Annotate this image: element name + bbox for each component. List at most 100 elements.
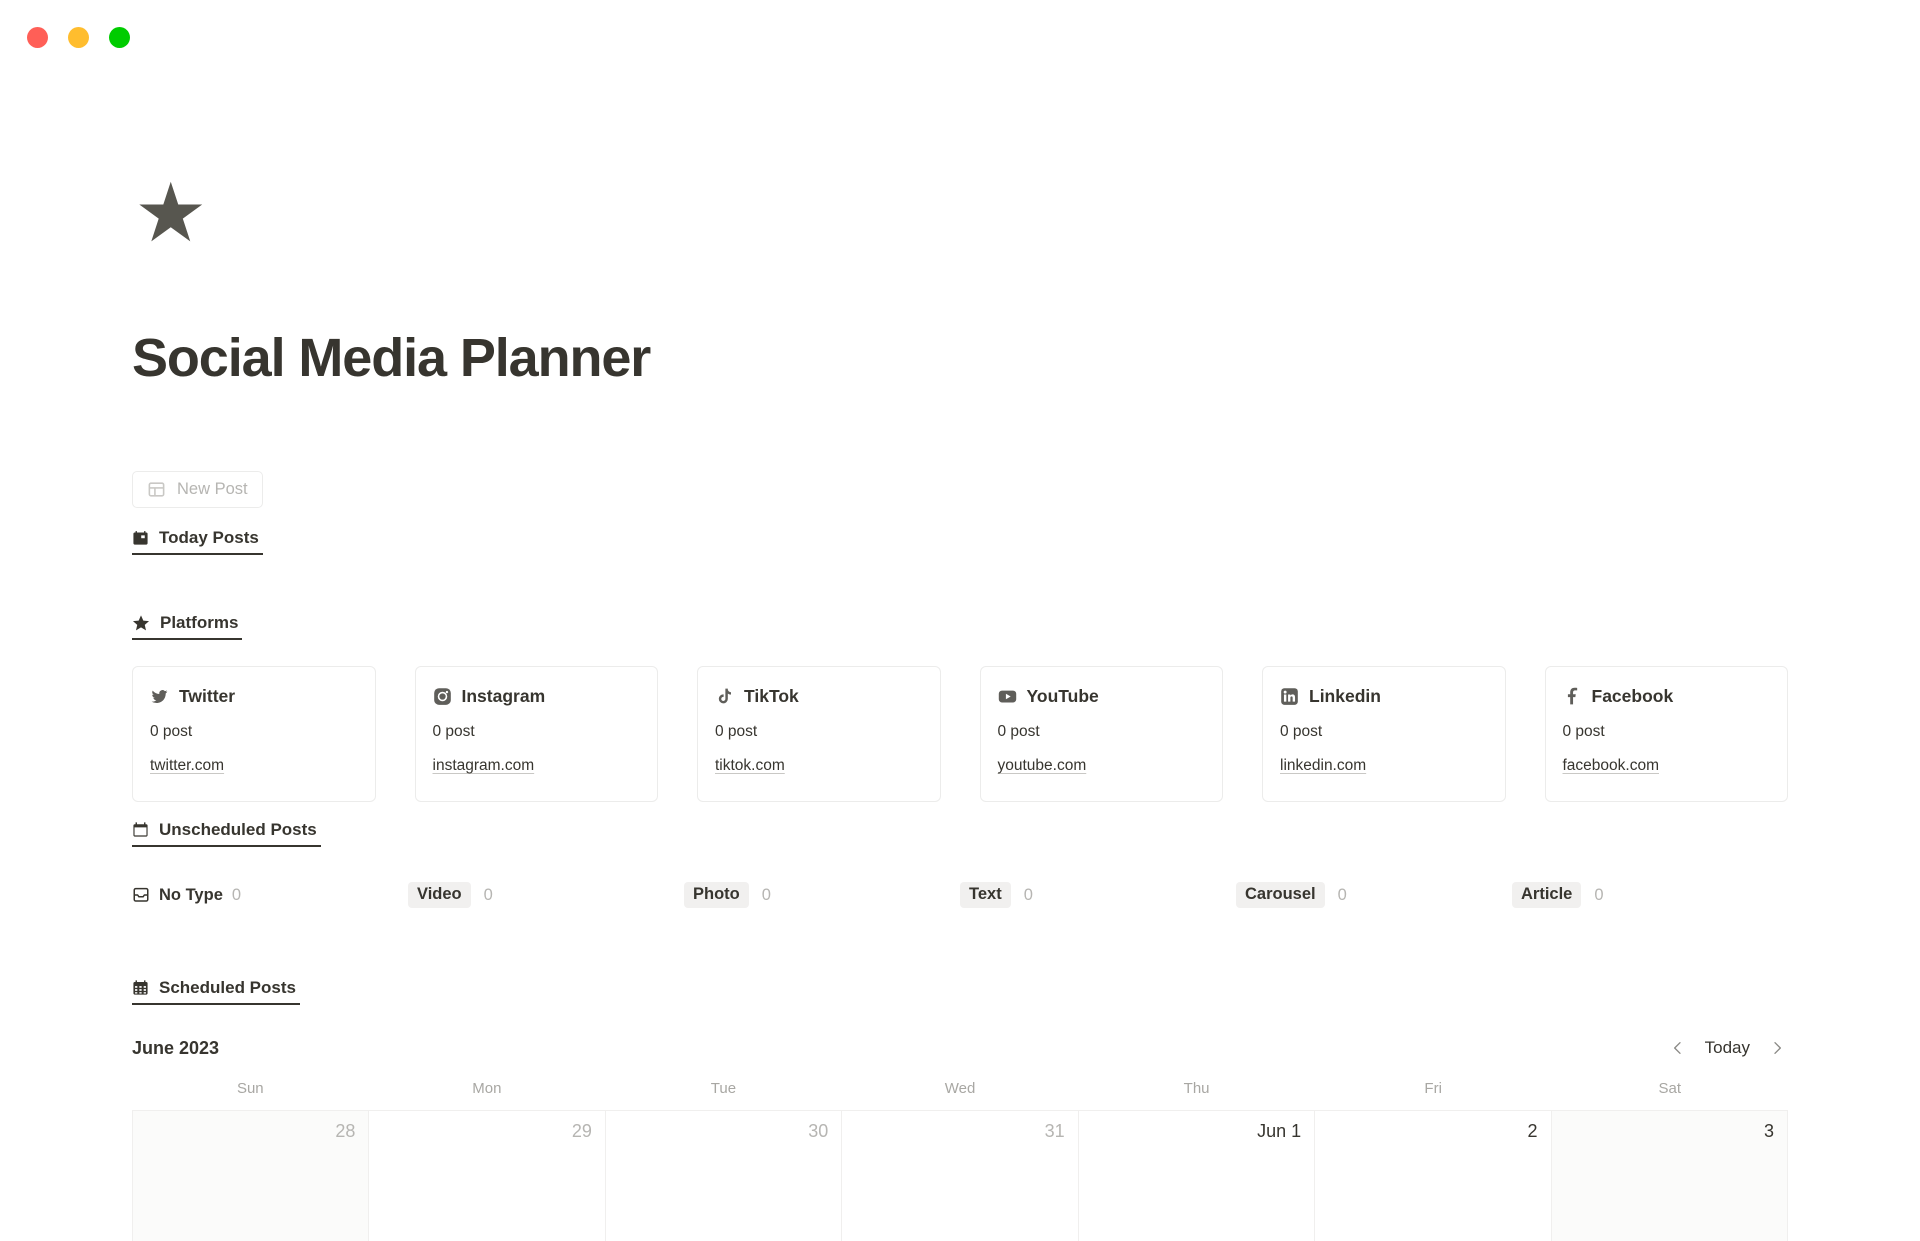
calendar-icon bbox=[132, 821, 149, 838]
post-type-photo[interactable]: Photo 0 bbox=[684, 882, 960, 908]
post-type-article[interactable]: Article 0 bbox=[1512, 882, 1788, 908]
post-type-count: 0 bbox=[483, 885, 493, 904]
maximize-window-button[interactable] bbox=[109, 27, 130, 48]
calendar-day-number: Jun 1 bbox=[1257, 1121, 1302, 1141]
platform-post-count: 0 post bbox=[715, 723, 758, 740]
gallery-icon bbox=[147, 480, 166, 499]
platform-url-link[interactable]: twitter.com bbox=[150, 757, 224, 775]
page-title: Social Media Planner bbox=[132, 328, 651, 388]
window-titlebar bbox=[0, 0, 1920, 62]
platform-post-count: 0 post bbox=[997, 723, 1040, 740]
platform-url-link[interactable]: instagram.com bbox=[433, 757, 535, 775]
calendar-today-button[interactable]: Today bbox=[1705, 1038, 1750, 1058]
calendar-day-name: Tue bbox=[710, 1080, 737, 1097]
platform-name: Instagram bbox=[461, 686, 546, 706]
platform-card-instagram[interactable]: Instagram 0 post instagram.com bbox=[414, 666, 658, 802]
new-post-button[interactable]: New Post bbox=[132, 471, 263, 508]
post-type-count: 0 bbox=[231, 885, 242, 904]
section-divider bbox=[132, 1005, 1787, 1006]
calendar-navigation: Today bbox=[1667, 1037, 1788, 1059]
calendar-month-label: June 2023 bbox=[132, 1037, 220, 1058]
facebook-icon bbox=[1563, 687, 1582, 706]
calendar-day-name: Fri bbox=[1424, 1080, 1442, 1097]
star-icon bbox=[132, 614, 150, 632]
platform-post-count: 0 post bbox=[432, 723, 475, 740]
calendar-day-name: Thu bbox=[1183, 1080, 1210, 1097]
post-type-carousel[interactable]: Carousel 0 bbox=[1236, 882, 1512, 908]
platform-card-linkedin[interactable]: Linkedin 0 post linkedin.com bbox=[1262, 666, 1506, 802]
section-divider bbox=[132, 640, 1787, 641]
calendar-day-number: 29 bbox=[571, 1121, 592, 1141]
platform-post-count: 0 post bbox=[1280, 723, 1323, 740]
section-unscheduled-posts[interactable]: Unscheduled Posts bbox=[132, 814, 1787, 854]
post-type-label: Text bbox=[960, 882, 1011, 908]
platform-card-facebook[interactable]: Facebook 0 post facebook.com bbox=[1544, 666, 1788, 802]
calendar-day-names: Sun Mon Tue Wed Thu Fri Sat bbox=[132, 1080, 1788, 1097]
calendar-day-name: Mon bbox=[472, 1080, 502, 1097]
calendar-day-cell[interactable]: Jun 1 bbox=[1078, 1111, 1316, 1241]
platform-url-link[interactable]: tiktok.com bbox=[715, 757, 785, 775]
platform-post-count: 0 post bbox=[150, 723, 193, 740]
post-type-label: Carousel bbox=[1236, 882, 1325, 908]
post-type-count: 0 bbox=[1023, 885, 1033, 904]
section-platforms-label: Platforms bbox=[160, 612, 239, 632]
platform-url-link[interactable]: linkedin.com bbox=[1280, 757, 1366, 775]
calendar-day-name: Sat bbox=[1658, 1080, 1682, 1097]
star-icon: ★ bbox=[134, 168, 208, 259]
chevron-left-icon[interactable] bbox=[1667, 1037, 1689, 1059]
post-type-list: No Type 0 Video 0 Photo 0 Text 0 Carouse… bbox=[132, 882, 1788, 908]
platform-name: TikTok bbox=[744, 686, 799, 706]
post-type-label: Article bbox=[1512, 882, 1582, 908]
platform-name: Facebook bbox=[1591, 686, 1674, 706]
platform-name: YouTube bbox=[1026, 686, 1099, 706]
inbox-icon bbox=[132, 886, 150, 904]
post-type-text[interactable]: Text 0 bbox=[960, 882, 1236, 908]
window-controls bbox=[27, 27, 130, 48]
calendar-day-number: 31 bbox=[1044, 1121, 1065, 1141]
calendar-grid: 28 29 30 31 Jun 1 2 3 bbox=[132, 1110, 1788, 1241]
calendar-day-number: 28 bbox=[335, 1121, 356, 1141]
calendar-day-number: 30 bbox=[808, 1121, 829, 1141]
section-today-posts[interactable]: Today Posts bbox=[132, 522, 1787, 562]
calendar-day-cell[interactable]: 2 bbox=[1315, 1111, 1552, 1241]
platform-name: Twitter bbox=[179, 686, 236, 706]
new-post-label: New Post bbox=[177, 480, 248, 498]
section-scheduled-posts[interactable]: Scheduled Posts bbox=[132, 972, 1787, 1012]
platform-name: Linkedin bbox=[1309, 686, 1381, 706]
section-platforms[interactable]: Platforms bbox=[132, 607, 1787, 647]
platform-card-youtube[interactable]: YouTube 0 post youtube.com bbox=[979, 666, 1223, 802]
platform-post-count: 0 post bbox=[1562, 723, 1605, 740]
calendar-grid-icon bbox=[132, 979, 149, 996]
section-divider bbox=[132, 555, 1787, 556]
calendar-day-cell[interactable]: 28 bbox=[132, 1111, 370, 1241]
instagram-icon bbox=[433, 687, 452, 706]
chevron-right-icon[interactable] bbox=[1766, 1037, 1788, 1059]
post-type-count: 0 bbox=[1594, 885, 1604, 904]
post-type-label: No Type bbox=[159, 885, 223, 904]
platform-url-link[interactable]: youtube.com bbox=[998, 757, 1087, 775]
linkedin-icon bbox=[1280, 687, 1299, 706]
calendar-day-cell[interactable]: 29 bbox=[369, 1111, 606, 1241]
calendar-day-cell[interactable]: 31 bbox=[842, 1111, 1079, 1241]
post-type-count: 0 bbox=[1337, 885, 1347, 904]
post-type-video[interactable]: Video 0 bbox=[408, 882, 684, 908]
close-window-button[interactable] bbox=[27, 27, 48, 48]
platform-card-tiktok[interactable]: TikTok 0 post tiktok.com bbox=[697, 666, 941, 802]
section-scheduled-posts-label: Scheduled Posts bbox=[159, 977, 296, 997]
platform-url-link[interactable]: facebook.com bbox=[1563, 757, 1660, 775]
calendar-header: June 2023 Today bbox=[132, 1037, 1788, 1059]
post-type-no-type[interactable]: No Type 0 bbox=[132, 882, 408, 908]
platform-card-list: Twitter 0 post twitter.com Instagram 0 p… bbox=[132, 666, 1788, 802]
calendar-day-icon bbox=[132, 529, 149, 546]
section-today-posts-label: Today Posts bbox=[159, 527, 259, 547]
section-divider bbox=[132, 847, 1787, 848]
calendar-day-cell[interactable]: 30 bbox=[605, 1111, 843, 1241]
post-type-label: Photo bbox=[684, 882, 749, 908]
minimize-window-button[interactable] bbox=[68, 27, 89, 48]
calendar-day-name: Wed bbox=[944, 1080, 976, 1097]
platform-card-twitter[interactable]: Twitter 0 post twitter.com bbox=[132, 666, 376, 802]
calendar-day-number: 2 bbox=[1527, 1121, 1538, 1141]
section-unscheduled-posts-label: Unscheduled Posts bbox=[159, 819, 317, 839]
twitter-icon bbox=[150, 687, 169, 706]
calendar-day-cell[interactable]: 3 bbox=[1551, 1111, 1788, 1241]
